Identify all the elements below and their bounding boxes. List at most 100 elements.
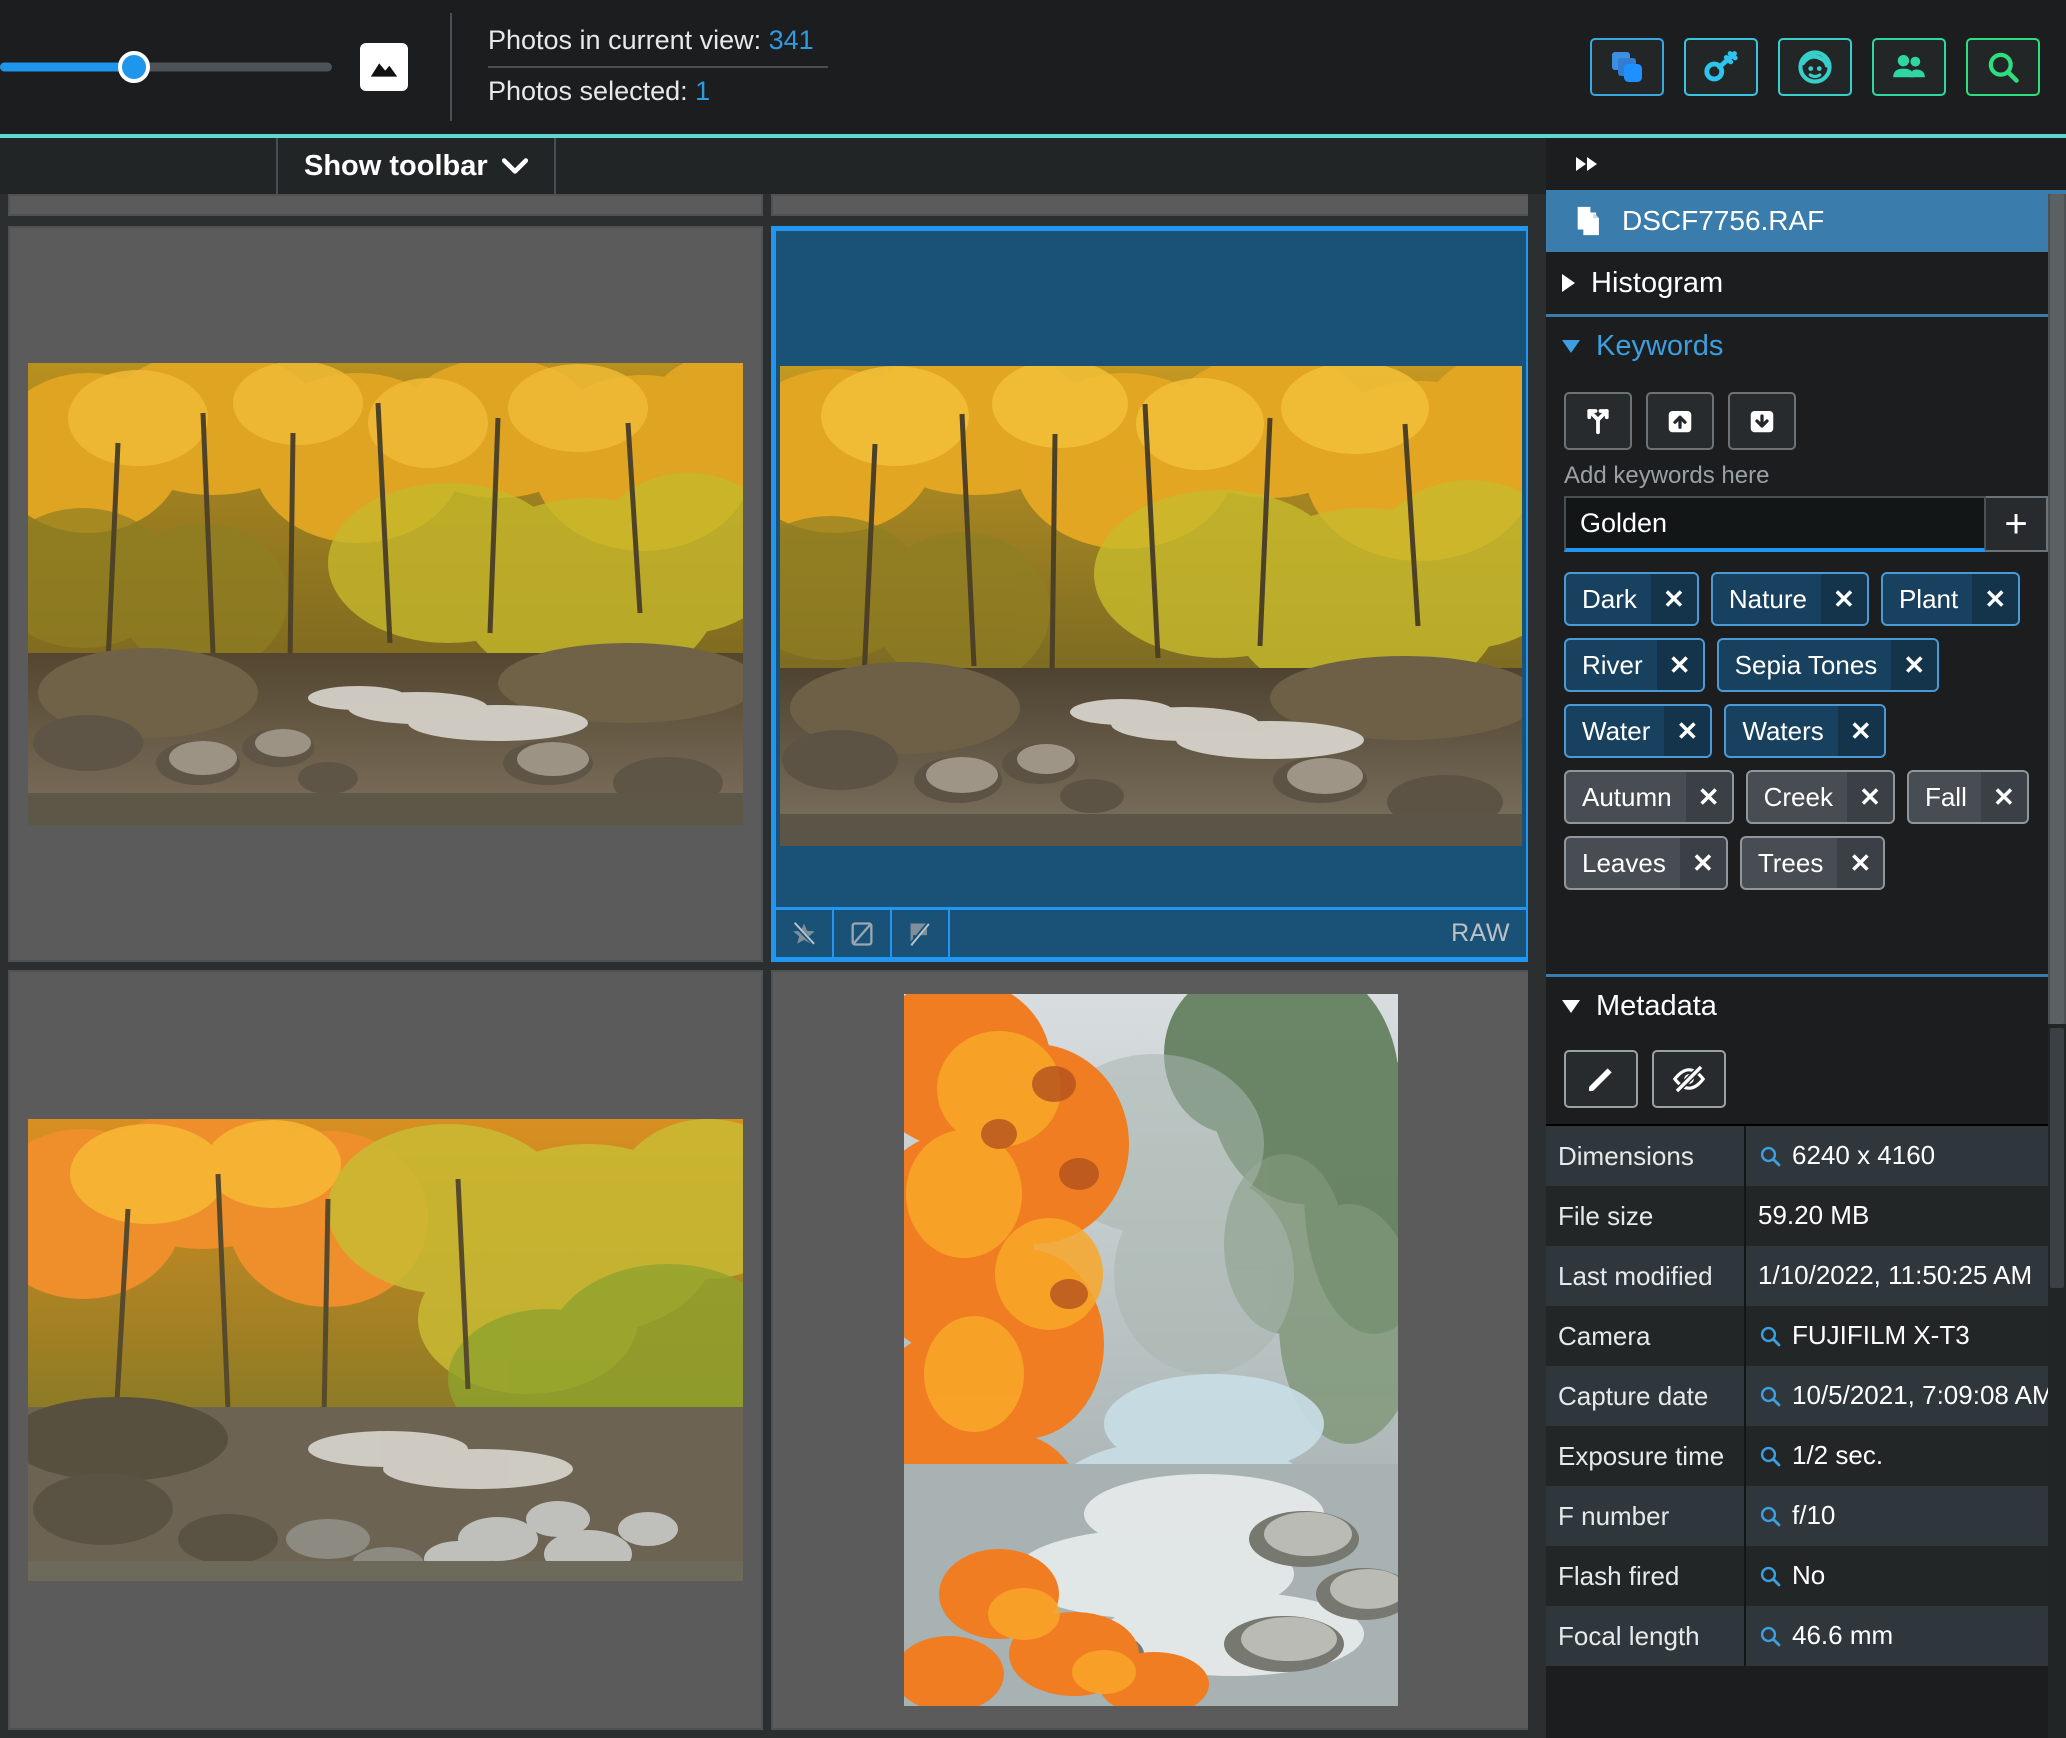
panel-collapse-button[interactable] — [1546, 138, 2066, 190]
keywords-action-buttons — [1564, 392, 2048, 450]
keyword-chip-remove-icon[interactable]: ✕ — [1837, 838, 1884, 888]
search-icon[interactable] — [1758, 1624, 1782, 1648]
metadata-scrollbar[interactable] — [2048, 1024, 2066, 1738]
add-keyword-button[interactable]: + — [1986, 496, 2048, 552]
keyword-chip-remove-icon[interactable]: ✕ — [1656, 640, 1703, 690]
search-icon[interactable] — [1758, 1324, 1782, 1348]
keywords-section-header[interactable]: Keywords — [1546, 314, 2066, 376]
selected-file-row[interactable]: DSCF7756.RAF — [1546, 190, 2066, 252]
metadata-value-cell: 10/5/2021, 7:09:08 AM — [1746, 1366, 2066, 1426]
copy-stack-icon — [1612, 52, 1642, 82]
histogram-section-header[interactable]: Histogram — [1546, 252, 2066, 314]
keyword-chip[interactable]: Autumn ✕ — [1564, 770, 1734, 824]
show-toolbar-button[interactable]: Show toolbar — [278, 138, 556, 194]
keywords-input[interactable] — [1564, 496, 1986, 552]
photos-in-view-row: Photos in current view: 341 — [488, 17, 828, 68]
keyword-chip-remove-icon[interactable]: ✕ — [1685, 772, 1732, 822]
metadata-key: Dimensions — [1546, 1126, 1746, 1186]
keyword-chip-remove-icon[interactable]: ✕ — [1846, 772, 1893, 822]
metadata-value-cell: No — [1746, 1546, 2066, 1606]
metadata-scrollbar-thumb[interactable] — [2050, 1028, 2064, 1288]
keyword-chip-label: Water — [1582, 715, 1651, 746]
keyword-chip[interactable]: Sepia Tones ✕ — [1716, 638, 1940, 692]
thumbnail-size-slider[interactable] — [0, 47, 332, 87]
chevron-down-icon — [501, 158, 528, 174]
metadata-value-cell: f/10 — [1746, 1486, 2066, 1546]
keyword-chip[interactable]: Fall ✕ — [1906, 770, 2029, 824]
save-keywords-button[interactable] — [1728, 392, 1796, 450]
keyword-chip-remove-icon[interactable]: ✕ — [1650, 574, 1697, 624]
keyword-chip-label: River — [1582, 649, 1643, 680]
search-button[interactable] — [1966, 38, 2040, 96]
keyword-chip-label: Autumn — [1582, 781, 1672, 812]
search-icon[interactable] — [1758, 1504, 1782, 1528]
keyword-chip[interactable]: Nature ✕ — [1710, 572, 1869, 626]
keyword-chip[interactable]: Creek ✕ — [1745, 770, 1895, 824]
keyword-chip-remove-icon[interactable]: ✕ — [1972, 574, 2019, 624]
metadata-key: Focal length — [1546, 1606, 1746, 1666]
no-rating-icon[interactable] — [776, 908, 834, 957]
keyword-chip[interactable]: Plant ✕ — [1880, 572, 2021, 626]
keywords-scrollbar[interactable] — [2048, 194, 2066, 1024]
search-icon[interactable] — [1758, 1384, 1782, 1408]
load-keywords-button[interactable] — [1646, 392, 1714, 450]
image-icon — [370, 63, 398, 77]
search-icon[interactable] — [1758, 1144, 1782, 1168]
keyword-chip[interactable]: Trees ✕ — [1739, 836, 1886, 890]
photo-thumbnail-1[interactable] — [8, 226, 763, 962]
image-view-button[interactable] — [360, 43, 408, 91]
photo-grid-row-partial-left[interactable] — [8, 194, 763, 216]
top-toolbar: Photos in current view: 341 Photos selec… — [0, 0, 2066, 134]
keyword-chip-remove-icon[interactable]: ✕ — [1664, 706, 1711, 756]
metadata-row: Flash fired No — [1546, 1546, 2066, 1606]
photo-thumbnail-4[interactable] — [771, 970, 1531, 1730]
no-color-label-icon[interactable] — [834, 908, 892, 957]
search-icon[interactable] — [1758, 1564, 1782, 1588]
keyword-chip-remove-icon[interactable]: ✕ — [1891, 640, 1938, 690]
photo-grid-row-partial-right[interactable] — [771, 194, 1531, 216]
keyword-chip[interactable]: Leaves ✕ — [1564, 836, 1728, 890]
photos-selected-row: Photos selected: 1 — [488, 68, 828, 117]
keywords-input-hint: Add keywords here — [1564, 462, 1770, 489]
metadata-key: Camera — [1546, 1306, 1746, 1366]
photo-grid[interactable]: RAW — [0, 194, 1546, 1738]
hide-metadata-button[interactable] — [1652, 1050, 1726, 1108]
metadata-value-cell: 59.20 MB — [1746, 1186, 2066, 1246]
merge-keywords-button[interactable] — [1564, 392, 1632, 450]
photo-image-4 — [904, 994, 1398, 1706]
keyword-chip-remove-icon[interactable]: ✕ — [1679, 838, 1726, 888]
slider-thumb[interactable] — [118, 51, 150, 83]
metadata-value-cell: 6240 x 4160 — [1746, 1126, 2066, 1186]
grid-scrollbar[interactable] — [1528, 194, 1546, 1738]
metadata-row: Capture date 10/5/2021, 7:09:08 AM — [1546, 1366, 2066, 1426]
keywords-button[interactable] — [1684, 38, 1758, 96]
people-button[interactable] — [1872, 38, 1946, 96]
keyword-chip-remove-icon[interactable]: ✕ — [1980, 772, 2027, 822]
keyword-chip-remove-icon[interactable]: ✕ — [1820, 574, 1867, 624]
edit-metadata-button[interactable] — [1564, 1050, 1638, 1108]
metadata-row: Last modified 1/10/2022, 11:50:25 AM — [1546, 1246, 2066, 1306]
keyword-chip[interactable]: Dark ✕ — [1564, 572, 1699, 626]
photo-manager-window: Photos in current view: 341 Photos selec… — [0, 0, 2066, 1738]
photo-thumbnail-2[interactable]: RAW — [771, 226, 1531, 962]
duplicates-button[interactable] — [1590, 38, 1664, 96]
metadata-key: Last modified — [1546, 1246, 1746, 1306]
keyword-chip-remove-icon[interactable]: ✕ — [1837, 706, 1884, 756]
face-icon — [1798, 50, 1832, 84]
photo-thumbnail-3[interactable] — [8, 970, 763, 1730]
keyword-chip[interactable]: River ✕ — [1564, 638, 1705, 692]
slider-fill — [0, 62, 133, 72]
keyword-chip[interactable]: Waters ✕ — [1724, 704, 1886, 758]
add-keyword-label: + — [2004, 502, 2028, 546]
no-flag-icon[interactable] — [892, 908, 950, 957]
metadata-section-header[interactable]: Metadata — [1546, 974, 2066, 1036]
keyword-chip[interactable]: Water ✕ — [1564, 704, 1713, 758]
keyword-chip-label: Plant — [1898, 583, 1959, 614]
keywords-scrollbar-thumb[interactable] — [2050, 194, 2064, 1024]
metadata-value-cell: 46.6 mm — [1746, 1606, 2066, 1666]
metadata-value: f/10 — [1792, 1500, 1836, 1531]
people-icon — [1893, 54, 1925, 78]
search-icon[interactable] — [1758, 1444, 1782, 1468]
metadata-row: F number f/10 — [1546, 1486, 2066, 1546]
faces-button[interactable] — [1778, 38, 1852, 96]
